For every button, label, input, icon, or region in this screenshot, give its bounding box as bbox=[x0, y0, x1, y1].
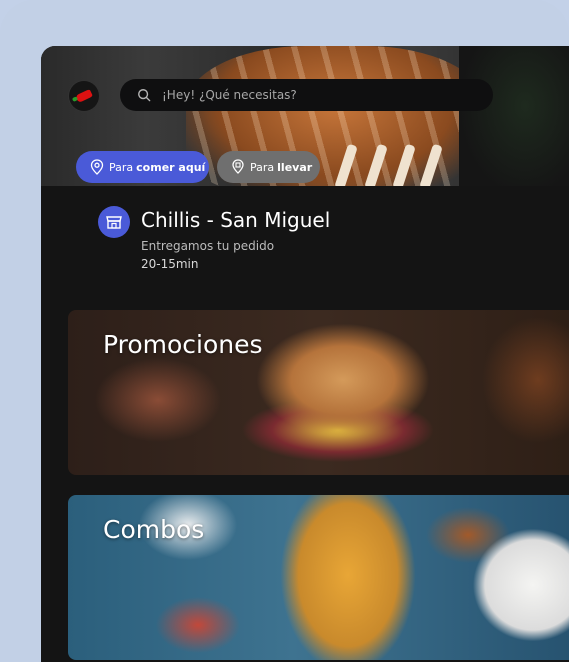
dine-in-prefix: Para bbox=[109, 160, 134, 174]
dine-in-button[interactable]: Para comer aquí bbox=[76, 151, 209, 183]
store-icon bbox=[98, 206, 130, 238]
search-bar[interactable]: ¡Hey! ¿Qué necesitas? bbox=[120, 79, 493, 111]
store-name[interactable]: Chillis - San Miguel bbox=[141, 208, 330, 232]
location-pin-icon bbox=[90, 159, 104, 175]
takeaway-icon bbox=[232, 159, 244, 174]
store-subtitle: Entregamos tu pedido bbox=[141, 239, 275, 253]
takeaway-button[interactable]: Para llevar bbox=[217, 151, 320, 183]
search-icon bbox=[138, 89, 151, 102]
plant-photo bbox=[459, 46, 569, 196]
takeaway-label: llevar bbox=[277, 160, 313, 174]
brand-logo[interactable] bbox=[69, 81, 99, 111]
category-card-combos[interactable]: Combos bbox=[68, 495, 569, 660]
category-label: Combos bbox=[103, 515, 205, 544]
chili-pepper-icon bbox=[75, 88, 93, 104]
category-card-promociones[interactable]: Promociones bbox=[68, 310, 569, 475]
search-input[interactable]: ¡Hey! ¿Qué necesitas? bbox=[162, 88, 297, 102]
delivery-time: 20-15min bbox=[141, 257, 199, 271]
device-frame: ¡Hey! ¿Qué necesitas? Para comer aquí Pa… bbox=[0, 0, 569, 662]
dine-in-label: comer aquí bbox=[136, 160, 206, 174]
app-screen: ¡Hey! ¿Qué necesitas? Para comer aquí Pa… bbox=[41, 46, 569, 662]
category-label: Promociones bbox=[103, 330, 263, 359]
takeaway-prefix: Para bbox=[250, 160, 275, 174]
